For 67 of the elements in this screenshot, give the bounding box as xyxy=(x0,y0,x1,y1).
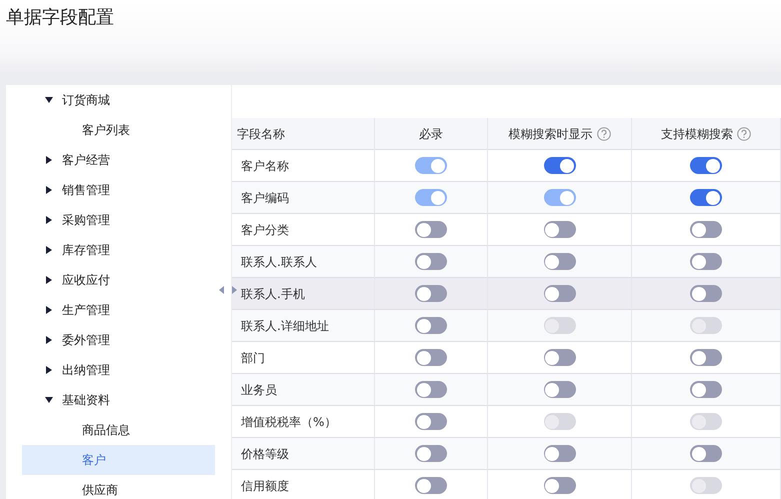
table-cell: 部门 xyxy=(232,342,375,374)
table-cell: 客户编码 xyxy=(232,182,375,214)
toggle-switch[interactable] xyxy=(544,477,576,494)
tree-node[interactable]: 销售管理 xyxy=(6,175,231,205)
tree-node[interactable]: 应收应付 xyxy=(6,265,231,295)
caret-down-icon[interactable] xyxy=(45,96,53,104)
toggle-switch[interactable] xyxy=(544,221,576,238)
toggle-switch[interactable] xyxy=(415,477,447,494)
table-cell: 客户分类 xyxy=(232,214,375,246)
tree-item[interactable]: 客户列表 xyxy=(22,115,215,145)
table-cell: 联系人.联系人 xyxy=(232,246,375,278)
toggle-switch[interactable] xyxy=(690,285,722,302)
tree-node[interactable]: 委外管理 xyxy=(6,325,231,355)
toggle-switch[interactable] xyxy=(544,253,576,270)
caret-right-icon[interactable] xyxy=(45,216,53,224)
caret-right-icon[interactable] xyxy=(45,366,53,374)
tree-node[interactable]: 采购管理 xyxy=(6,205,231,235)
caret-down-icon[interactable] xyxy=(45,396,53,404)
toggle-switch[interactable] xyxy=(415,413,447,430)
collapse-handle-icon[interactable] xyxy=(218,285,238,295)
table-cell: 客户名称 xyxy=(232,150,375,182)
caret-right-icon[interactable] xyxy=(45,276,53,284)
toggle-switch[interactable] xyxy=(415,445,447,462)
tree-node[interactable]: 客户经营 xyxy=(6,145,231,175)
toggle-switch[interactable] xyxy=(690,221,722,238)
help-icon[interactable] xyxy=(596,126,610,140)
tree-item[interactable]: 供应商 xyxy=(22,475,215,499)
table-cell: 联系人.手机 xyxy=(232,278,375,310)
column-header: 支持模糊搜索 xyxy=(632,118,781,150)
toggle-switch[interactable] xyxy=(415,221,447,238)
toggle-switch[interactable] xyxy=(415,285,447,302)
toggle-switch[interactable] xyxy=(690,445,722,462)
caret-right-icon[interactable] xyxy=(45,186,53,194)
toggle-switch[interactable] xyxy=(690,253,722,270)
tree-node[interactable]: 库存管理 xyxy=(6,235,231,265)
column-header: 必录 xyxy=(375,118,488,150)
caret-right-icon[interactable] xyxy=(45,156,53,164)
toggle-switch[interactable] xyxy=(544,157,576,174)
tree-node[interactable]: 出纳管理 xyxy=(6,355,231,385)
caret-right-icon[interactable] xyxy=(45,336,53,344)
column-header: 模糊搜索时显示 xyxy=(488,118,632,150)
caret-right-icon[interactable] xyxy=(45,306,53,314)
tree-node[interactable]: 基础资料 xyxy=(6,385,231,415)
toggle-switch[interactable] xyxy=(415,381,447,398)
toggle-switch[interactable] xyxy=(690,381,722,398)
toggle-switch[interactable] xyxy=(544,381,576,398)
table-cell: 联系人.详细地址 xyxy=(232,310,375,342)
toggle-switch[interactable] xyxy=(544,349,576,366)
column-header: 字段名称 xyxy=(232,118,375,150)
toggle-switch[interactable] xyxy=(690,189,722,206)
toggle-switch[interactable] xyxy=(415,349,447,366)
table-cell: 价格等级 xyxy=(232,438,375,470)
toggle-switch[interactable] xyxy=(544,285,576,302)
caret-right-icon[interactable] xyxy=(45,246,53,254)
help-icon[interactable] xyxy=(737,126,751,140)
table-cell: 业务员 xyxy=(232,374,375,406)
toggle-switch[interactable] xyxy=(415,253,447,270)
page-title: 单据字段配置 xyxy=(6,6,115,30)
tree-node[interactable]: 订货商城 xyxy=(6,85,231,115)
toggle-switch[interactable] xyxy=(415,317,447,334)
tree-node[interactable]: 生产管理 xyxy=(6,295,231,325)
toggle-switch[interactable] xyxy=(690,157,722,174)
toggle-switch[interactable] xyxy=(544,445,576,462)
tree-item[interactable]: 商品信息 xyxy=(22,415,215,445)
table-cell: 增值税税率（%） xyxy=(232,406,375,438)
toggle-switch[interactable] xyxy=(690,349,722,366)
tree-item[interactable]: 客户 xyxy=(22,445,215,475)
